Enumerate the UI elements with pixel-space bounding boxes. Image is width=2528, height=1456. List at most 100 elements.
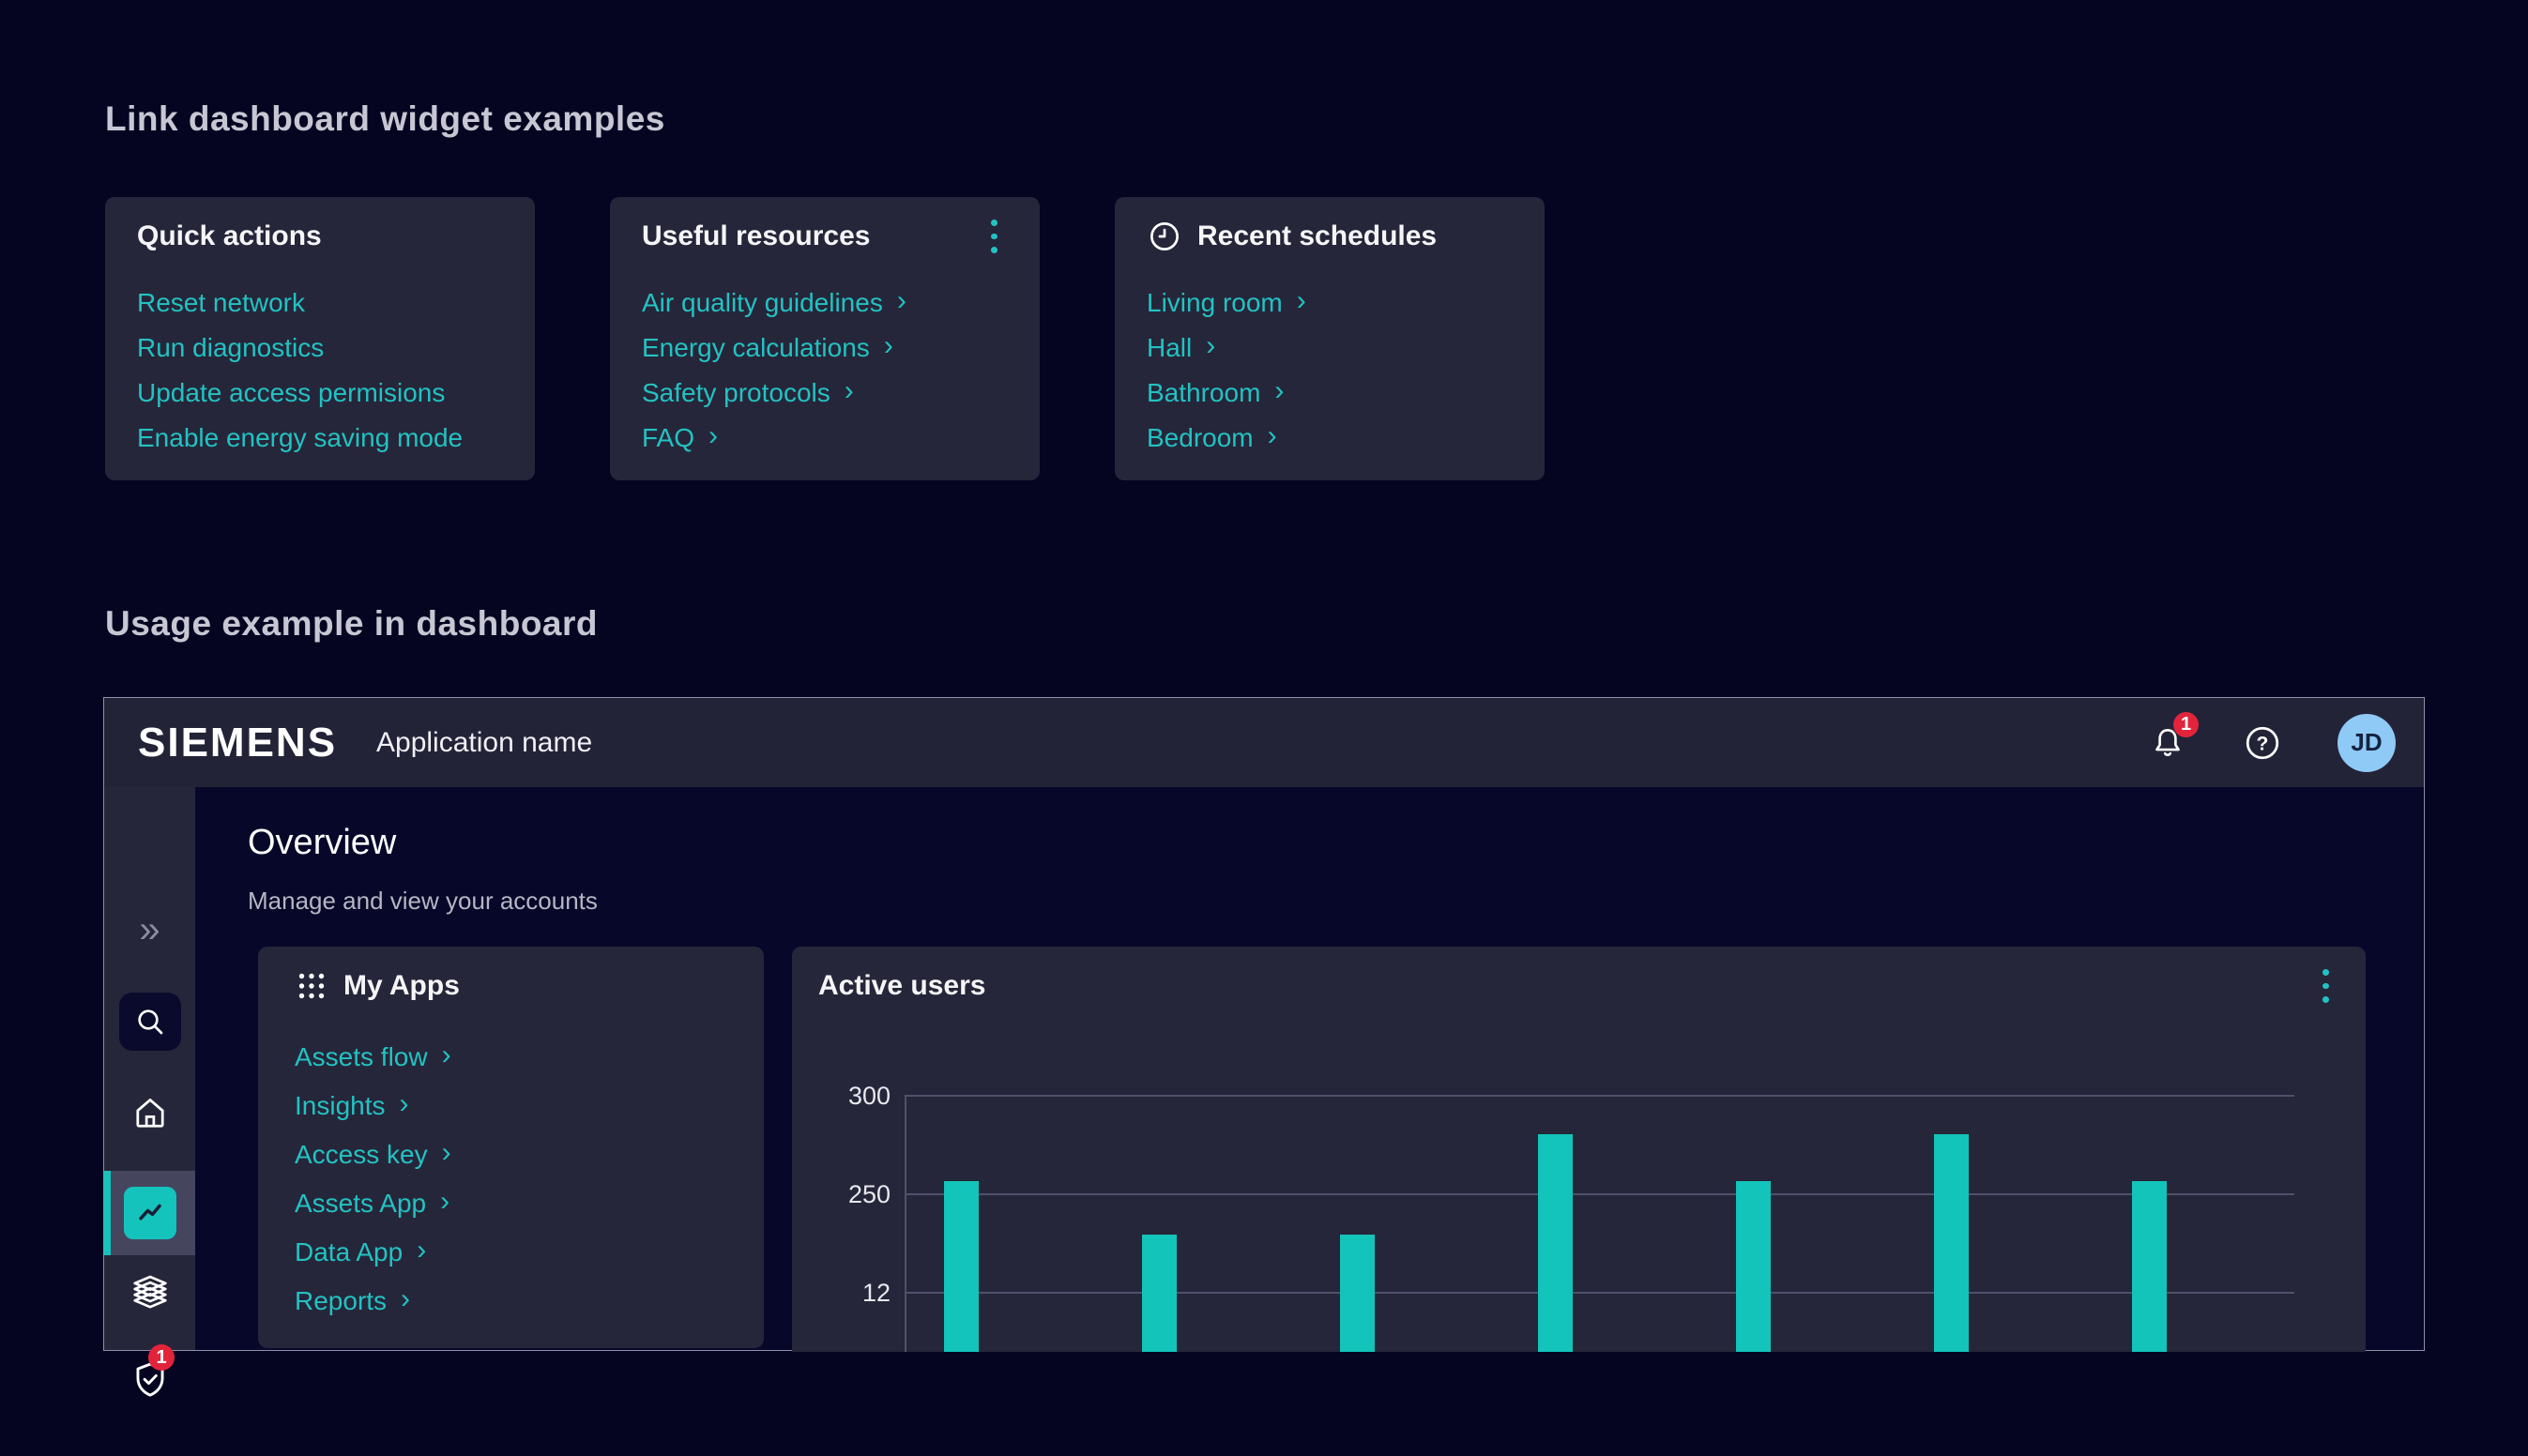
svg-text:?: ? (2257, 733, 2269, 754)
page-heading-widget-examples: Link dashboard widget examples (105, 99, 665, 139)
chevron-right-icon: › (401, 1286, 410, 1312)
sidebar-search-button[interactable] (119, 993, 181, 1051)
link-item[interactable]: FAQ › (642, 416, 1008, 461)
notification-badge: 1 (2173, 712, 2199, 737)
link-label: Bedroom (1147, 423, 1254, 453)
link-item[interactable]: Bedroom › (1147, 416, 1513, 461)
useful-resources-card: Useful resources Air quality guidelines›… (610, 197, 1040, 480)
avatar[interactable]: JD (2338, 714, 2396, 772)
link-item[interactable]: Safety protocols › (642, 371, 1008, 416)
chevron-right-icon: › (897, 288, 906, 314)
notifications-bell-icon[interactable]: 1 (2148, 723, 2187, 763)
dashboard-header: SIEMENS Application name 1 ? JD (104, 698, 2424, 787)
dashboard-frame: SIEMENS Application name 1 ? JD » (103, 697, 2425, 1351)
chart-bar (1538, 1134, 1573, 1352)
link-label: Insights (295, 1091, 386, 1121)
sidebar-badge: 1 (148, 1344, 175, 1371)
quick-actions-title: Quick actions (137, 220, 322, 252)
link-item[interactable]: Access key › (295, 1130, 732, 1179)
link-label: Data App (295, 1237, 403, 1267)
link-label: Enable energy saving mode (137, 423, 463, 453)
chart-gridline (905, 1193, 2294, 1195)
useful-resources-title: Useful resources (642, 220, 870, 252)
link-item[interactable]: Living room › (1147, 281, 1513, 326)
chart-bar (944, 1181, 979, 1352)
link-label: Living room (1147, 288, 1283, 318)
chevron-right-icon: › (708, 423, 718, 449)
link-label: Safety protocols (642, 378, 830, 408)
link-label: Bathroom (1147, 378, 1260, 408)
chevron-right-icon: › (884, 333, 893, 359)
chevron-right-icon: › (1297, 288, 1306, 314)
link-label: Run diagnostics (137, 333, 324, 363)
link-item[interactable]: Energy calculations › (642, 326, 1008, 371)
sidebar-layers-icon[interactable] (104, 1273, 195, 1314)
chevron-right-icon: › (1274, 378, 1284, 404)
chevron-right-icon: › (1268, 423, 1277, 449)
y-tick-label: 250 (815, 1180, 891, 1209)
search-icon (131, 1003, 169, 1040)
active-users-card: Active users 30025012 (792, 947, 2366, 1352)
link-item[interactable]: Run diagnostics (137, 326, 503, 371)
chevron-right-icon: › (400, 1091, 409, 1117)
chevron-right-icon: › (442, 1042, 451, 1069)
y-tick-label: 300 (815, 1082, 891, 1111)
dashboard-content: Overview Manage and view your accounts M… (195, 787, 2424, 1350)
link-label: Reports (295, 1286, 387, 1316)
link-item[interactable]: Reports › (295, 1277, 732, 1326)
chart-y-axis (905, 1095, 906, 1352)
help-icon[interactable]: ? (2242, 722, 2283, 764)
chart-bar (1142, 1235, 1177, 1352)
link-item[interactable]: Bathroom › (1147, 371, 1513, 416)
link-label: Update access permisions (137, 378, 445, 408)
quick-actions-card: Quick actions Reset network Run diagnosti… (105, 197, 535, 480)
link-label: Assets flow (295, 1042, 428, 1072)
sidebar-home-icon[interactable] (104, 1092, 195, 1133)
link-label: Air quality guidelines (642, 288, 883, 318)
chevron-right-icon: › (1206, 333, 1215, 359)
link-item[interactable]: Reset network (137, 281, 503, 326)
siemens-logo: SIEMENS (138, 720, 337, 766)
sidebar-item-analytics-active[interactable] (104, 1171, 195, 1255)
link-label: FAQ (642, 423, 694, 453)
chevron-right-icon: › (440, 1189, 449, 1215)
recent-schedules-card: Recent schedules Living room›Hall›Bathro… (1115, 197, 1545, 480)
link-item[interactable]: Assets App › (295, 1179, 732, 1228)
link-item[interactable]: Enable energy saving mode (137, 416, 503, 461)
application-name: Application name (376, 727, 592, 759)
my-apps-card: My Apps Assets flow›Insights›Access key›… (258, 947, 764, 1348)
apps-grid-icon (295, 969, 328, 1003)
y-tick-label: 12 (815, 1279, 891, 1308)
page-heading-usage-example: Usage example in dashboard (105, 604, 598, 644)
link-label: Assets App (295, 1189, 426, 1219)
chart-gridline (905, 1292, 2294, 1294)
chart-bar (2132, 1181, 2167, 1352)
sidebar-shield-check-icon[interactable]: 1 (104, 1357, 195, 1403)
link-item[interactable]: Air quality guidelines › (642, 281, 1008, 326)
chart-bar (1340, 1235, 1375, 1352)
link-label: Hall (1147, 333, 1192, 363)
trend-chart-icon (124, 1187, 176, 1239)
chevron-right-icon: › (442, 1140, 451, 1166)
page-title: Overview (248, 823, 396, 863)
sidebar-expand-icon[interactable]: » (104, 909, 195, 950)
chart-gridline (905, 1095, 2294, 1097)
useful-resources-links: Air quality guidelines›Energy calculatio… (642, 281, 1008, 461)
chart-bar (1736, 1181, 1771, 1352)
bar-chart: 300 250 12 (792, 947, 2366, 1352)
chevron-right-icon: › (845, 378, 854, 404)
link-item[interactable]: Insights › (295, 1082, 732, 1130)
link-item[interactable]: Assets flow › (295, 1033, 732, 1082)
link-label: Access key (295, 1140, 428, 1170)
chart-bar (1934, 1134, 1969, 1352)
kebab-menu-icon[interactable] (980, 220, 1008, 253)
quick-actions-links: Reset network Run diagnostics Update acces… (137, 281, 503, 461)
link-item[interactable]: Data App › (295, 1228, 732, 1277)
link-item[interactable]: Hall › (1147, 326, 1513, 371)
recent-schedules-title: Recent schedules (1197, 220, 1437, 252)
link-label: Reset network (137, 288, 305, 318)
recent-schedules-links: Living room › Hall › Bathroom › Bedroom › (1147, 281, 1513, 461)
link-label: Energy calculations (642, 333, 870, 363)
chevron-right-icon: › (417, 1237, 426, 1264)
link-item[interactable]: Update access permisions (137, 371, 503, 416)
